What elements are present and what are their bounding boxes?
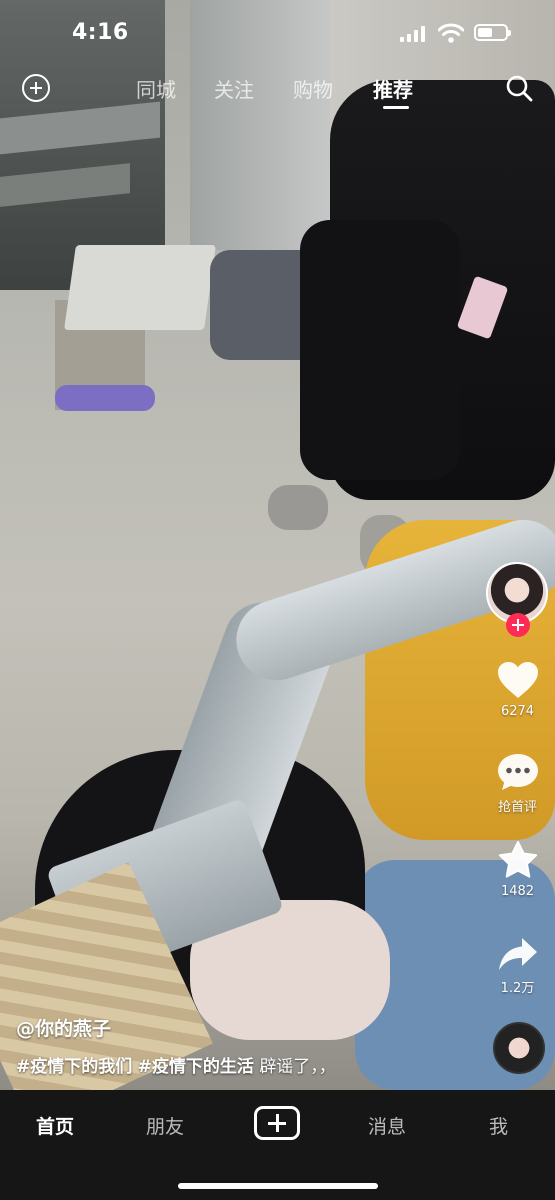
author-name[interactable]: @你的燕子 xyxy=(16,1014,111,1041)
screen: 4:16 同城 关注 购物 推荐 6274 抢首评 1482 1.2万 @你的燕… xyxy=(0,0,555,1200)
wifi-icon xyxy=(438,23,464,43)
status-time: 4:16 xyxy=(72,20,129,45)
nav-messages[interactable]: 消息 xyxy=(368,1112,406,1139)
hashtag-link[interactable]: #疫情下的生活 xyxy=(138,1057,254,1077)
video-person-coat xyxy=(300,220,460,480)
comment-button[interactable]: 抢首评 xyxy=(480,752,555,815)
top-nav: 同城 关注 购物 推荐 xyxy=(0,60,555,116)
status-bar: 4:16 xyxy=(0,0,555,64)
follow-plus-icon[interactable] xyxy=(506,613,530,637)
favorite-count: 1482 xyxy=(500,884,535,899)
search-icon[interactable] xyxy=(505,74,533,102)
battery-icon xyxy=(474,24,511,41)
video-player[interactable] xyxy=(0,0,555,1090)
share-arrow-icon xyxy=(498,938,537,970)
hashtag-link[interactable]: #疫情下的我们 xyxy=(16,1057,132,1077)
active-tab-indicator xyxy=(383,106,409,109)
video-wheel xyxy=(55,385,155,411)
tab-same-city[interactable]: 同城 xyxy=(136,74,176,103)
tab-recommended[interactable]: 推荐 xyxy=(373,74,413,103)
create-plus-icon[interactable] xyxy=(254,1106,300,1140)
like-button[interactable]: 6274 xyxy=(480,660,555,719)
tab-shopping[interactable]: 购物 xyxy=(293,74,333,103)
share-count: 1.2万 xyxy=(500,981,535,996)
nav-me[interactable]: 我 xyxy=(489,1112,508,1139)
video-caption: #疫情下的我们 #疫情下的生活 辟谣了，， xyxy=(16,1052,336,1077)
share-button[interactable]: 1.2万 xyxy=(480,935,555,996)
tab-following[interactable]: 关注 xyxy=(214,74,254,103)
cellular-signal-icon xyxy=(400,26,426,42)
add-circle-icon[interactable] xyxy=(22,74,50,102)
video-stool xyxy=(64,245,216,330)
favorite-button[interactable]: 1482 xyxy=(480,840,555,899)
caption-text: 辟谣了，， xyxy=(259,1057,336,1077)
star-icon xyxy=(498,841,537,878)
music-disc-icon[interactable] xyxy=(493,1022,545,1074)
heart-icon xyxy=(497,662,538,698)
nav-home[interactable]: 首页 xyxy=(36,1112,74,1139)
nav-friends[interactable]: 朋友 xyxy=(146,1112,184,1139)
comment-icon xyxy=(497,754,538,790)
home-indicator[interactable] xyxy=(178,1183,378,1189)
like-count: 6274 xyxy=(500,704,535,719)
video-shoe xyxy=(268,485,328,530)
comment-label: 抢首评 xyxy=(497,800,537,815)
